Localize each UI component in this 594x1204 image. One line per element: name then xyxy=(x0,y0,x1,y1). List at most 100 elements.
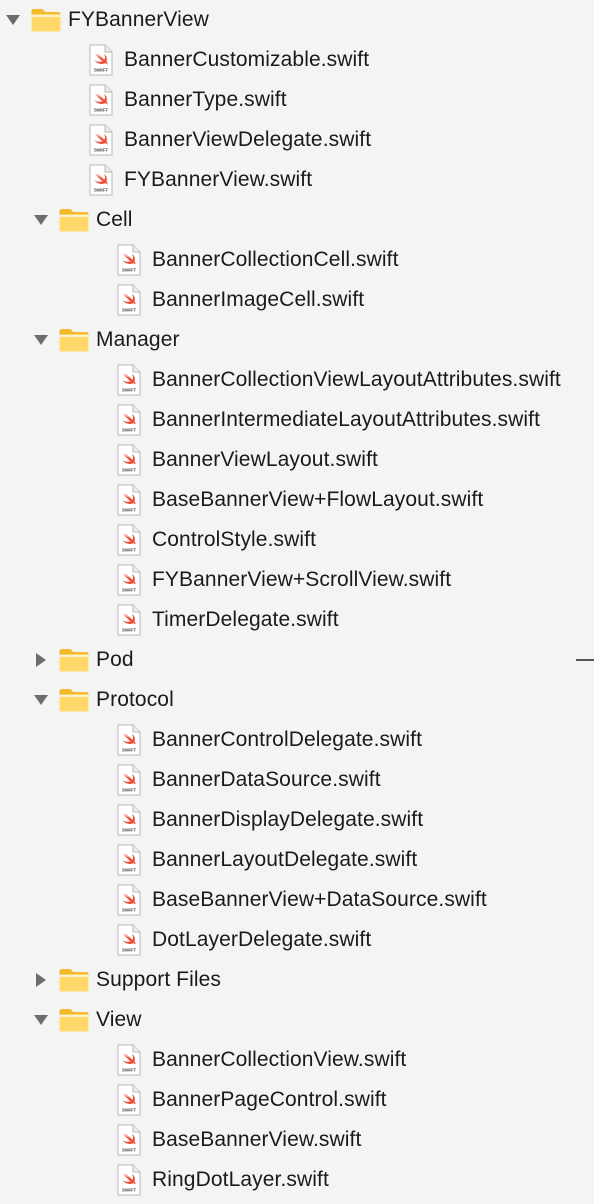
disclosure-expanded-icon[interactable] xyxy=(33,332,49,348)
swift-file-icon: SWIFT xyxy=(117,484,141,516)
disclosure-expanded-icon[interactable] xyxy=(5,12,21,28)
swift-file-icon: SWIFT xyxy=(117,604,141,636)
file-label: BannerViewDelegate.swift xyxy=(124,128,372,151)
file-label: BannerImageCell.swift xyxy=(152,288,365,311)
swift-file-icon: SWIFT xyxy=(117,764,141,796)
file-row-bannerlayoutdelegate-swift[interactable]: SWIFT BannerLayoutDelegate.swift xyxy=(0,840,594,880)
swift-file-icon: SWIFT xyxy=(117,444,141,476)
swift-file-icon: SWIFT xyxy=(117,284,141,316)
folder-label: Cell xyxy=(96,208,133,231)
file-label: BannerIntermediateLayoutAttributes.swift xyxy=(152,408,541,431)
file-row-bannerdatasource-swift[interactable]: SWIFT BannerDataSource.swift xyxy=(0,760,594,800)
svg-text:SWIFT: SWIFT xyxy=(122,1148,136,1153)
file-row-bannercollectioncell-swift[interactable]: SWIFT BannerCollectionCell.swift xyxy=(0,240,594,280)
file-row-bannerdisplaydelegate-swift[interactable]: SWIFT BannerDisplayDelegate.swift xyxy=(0,800,594,840)
swift-file-icon: SWIFT xyxy=(117,804,141,836)
svg-text:SWIFT: SWIFT xyxy=(122,1188,136,1193)
file-row-bannerpagecontrol-swift[interactable]: SWIFT BannerPageControl.swift xyxy=(0,1080,594,1120)
swift-file-icon: SWIFT xyxy=(117,404,141,436)
file-row-basebannerview-flowlayout-swift[interactable]: SWIFT BaseBannerView+FlowLayout.swift xyxy=(0,480,594,520)
file-row-bannerviewdelegate-swift[interactable]: SWIFT BannerViewDelegate.swift xyxy=(0,120,594,160)
scroll-indicator[interactable] xyxy=(576,659,594,661)
file-row-bannercustomizable-swift[interactable]: SWIFT BannerCustomizable.swift xyxy=(0,40,594,80)
svg-text:SWIFT: SWIFT xyxy=(94,68,108,73)
folder-label: View xyxy=(96,1008,142,1031)
file-label: TimerDelegate.swift xyxy=(152,608,339,631)
svg-text:SWIFT: SWIFT xyxy=(122,428,136,433)
swift-file-icon: SWIFT xyxy=(117,1084,141,1116)
disclosure-expanded-icon[interactable] xyxy=(33,692,49,708)
svg-text:SWIFT: SWIFT xyxy=(122,1068,136,1073)
file-row-bannerviewlayout-swift[interactable]: SWIFT BannerViewLayout.swift xyxy=(0,440,594,480)
file-label: BannerViewLayout.swift xyxy=(152,448,378,471)
svg-text:SWIFT: SWIFT xyxy=(122,948,136,953)
file-label: BannerControlDelegate.swift xyxy=(152,728,423,751)
file-label: BannerDisplayDelegate.swift xyxy=(152,808,424,831)
file-row-fybannerview-scrollview-swift[interactable]: SWIFT FYBannerView+ScrollView.swift xyxy=(0,560,594,600)
folder-label: Support Files xyxy=(96,968,222,991)
file-label: BaseBannerView+DataSource.swift xyxy=(152,888,487,911)
svg-text:SWIFT: SWIFT xyxy=(122,1108,136,1113)
file-row-fybannerview-swift[interactable]: SWIFT FYBannerView.swift xyxy=(0,160,594,200)
folder-row-manager[interactable]: Manager xyxy=(0,320,594,360)
svg-text:SWIFT: SWIFT xyxy=(122,468,136,473)
file-row-ringdotlayer-swift[interactable]: SWIFT RingDotLayer.swift xyxy=(0,1160,594,1200)
file-label: BannerCollectionViewLayoutAttributes.swi… xyxy=(152,368,561,391)
file-label: BannerLayoutDelegate.swift xyxy=(152,848,418,871)
svg-text:SWIFT: SWIFT xyxy=(122,748,136,753)
file-label: BannerCollectionView.swift xyxy=(152,1048,407,1071)
file-label: BaseBannerView.swift xyxy=(152,1128,362,1151)
file-row-bannerintermediatelayoutattributes-swift[interactable]: SWIFT BannerIntermediateLayoutAttributes.… xyxy=(0,400,594,440)
svg-text:SWIFT: SWIFT xyxy=(122,828,136,833)
folder-row-pod[interactable]: Pod xyxy=(0,640,594,680)
folder-icon xyxy=(58,1007,90,1033)
file-row-bannerimagecell-swift[interactable]: SWIFT BannerImageCell.swift xyxy=(0,280,594,320)
folder-row-protocol[interactable]: Protocol xyxy=(0,680,594,720)
folder-icon xyxy=(30,7,62,33)
file-row-bannercollectionview-swift[interactable]: SWIFT BannerCollectionView.swift xyxy=(0,1040,594,1080)
folder-row-support-files[interactable]: Support Files xyxy=(0,960,594,1000)
file-row-bannercontroldelegate-swift[interactable]: SWIFT BannerControlDelegate.swift xyxy=(0,720,594,760)
disclosure-expanded-icon[interactable] xyxy=(33,212,49,228)
svg-text:SWIFT: SWIFT xyxy=(122,788,136,793)
file-row-controlstyle-swift[interactable]: SWIFT ControlStyle.swift xyxy=(0,520,594,560)
swift-file-icon: SWIFT xyxy=(117,1124,141,1156)
file-label: DotLayerDelegate.swift xyxy=(152,928,372,951)
swift-file-icon: SWIFT xyxy=(89,44,113,76)
folder-label: Pod xyxy=(96,648,134,671)
file-label: RingDotLayer.swift xyxy=(152,1168,329,1191)
swift-file-icon: SWIFT xyxy=(89,124,113,156)
file-row-basebannerview-swift[interactable]: SWIFT BaseBannerView.swift xyxy=(0,1120,594,1160)
file-label: BannerCollectionCell.swift xyxy=(152,248,399,271)
folder-row-cell[interactable]: Cell xyxy=(0,200,594,240)
swift-file-icon: SWIFT xyxy=(117,364,141,396)
swift-file-icon: SWIFT xyxy=(117,844,141,876)
svg-text:SWIFT: SWIFT xyxy=(94,188,108,193)
file-row-timerdelegate-swift[interactable]: SWIFT TimerDelegate.swift xyxy=(0,600,594,640)
folder-icon xyxy=(58,967,90,993)
folder-row-fybannerview[interactable]: FYBannerView xyxy=(0,0,594,40)
disclosure-collapsed-icon[interactable] xyxy=(33,972,49,988)
swift-file-icon: SWIFT xyxy=(89,164,113,196)
disclosure-collapsed-icon[interactable] xyxy=(33,652,49,668)
project-navigator-tree: FYBannerView SWIFT BannerCustomizable.swif… xyxy=(0,0,594,1204)
svg-text:SWIFT: SWIFT xyxy=(122,268,136,273)
folder-icon xyxy=(58,687,90,713)
svg-text:SWIFT: SWIFT xyxy=(122,908,136,913)
swift-file-icon: SWIFT xyxy=(117,924,141,956)
file-label: ControlStyle.swift xyxy=(152,528,317,551)
svg-text:SWIFT: SWIFT xyxy=(122,628,136,633)
file-label: FYBannerView.swift xyxy=(124,168,313,191)
file-row-bannercollectionviewlayoutattributes-swift[interactable]: SWIFT BannerCollectionViewLayoutAttribute… xyxy=(0,360,594,400)
file-label: BannerDataSource.swift xyxy=(152,768,381,791)
svg-text:SWIFT: SWIFT xyxy=(122,868,136,873)
file-row-basebannerview-datasource-swift[interactable]: SWIFT BaseBannerView+DataSource.swift xyxy=(0,880,594,920)
folder-row-view[interactable]: View xyxy=(0,1000,594,1040)
swift-file-icon: SWIFT xyxy=(117,564,141,596)
swift-file-icon: SWIFT xyxy=(117,724,141,756)
file-row-dotlayerdelegate-swift[interactable]: SWIFT DotLayerDelegate.swift xyxy=(0,920,594,960)
file-row-bannertype-swift[interactable]: SWIFT BannerType.swift xyxy=(0,80,594,120)
folder-label: Protocol xyxy=(96,688,174,711)
disclosure-expanded-icon[interactable] xyxy=(33,1012,49,1028)
svg-text:SWIFT: SWIFT xyxy=(122,548,136,553)
